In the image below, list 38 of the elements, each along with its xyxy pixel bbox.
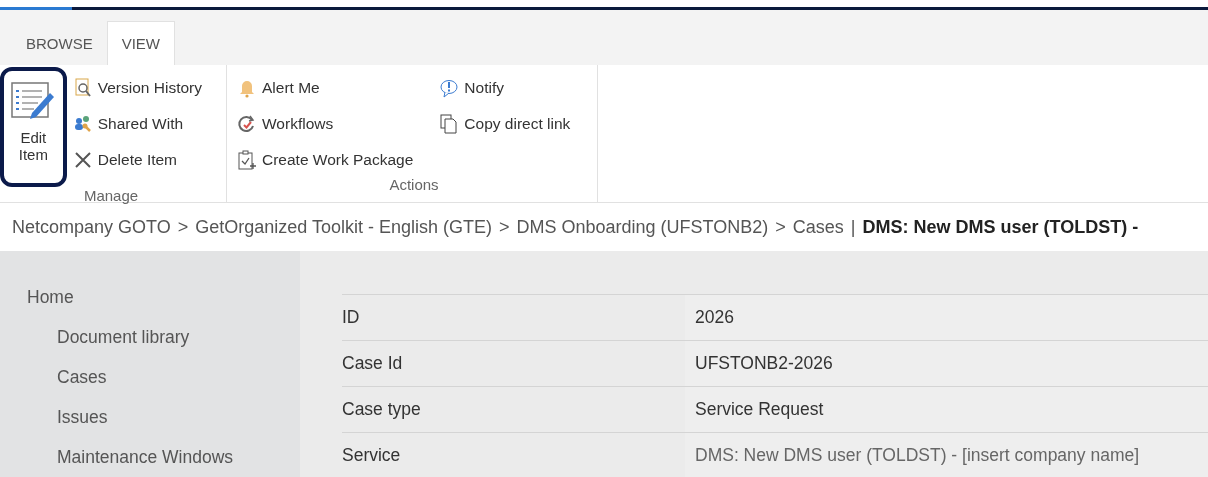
breadcrumb-link[interactable]: Netcompany GOTO: [12, 216, 171, 238]
breadcrumb-separator: |: [850, 216, 856, 238]
breadcrumb-separator: >: [775, 216, 786, 238]
speech-bubble-icon: [439, 78, 460, 98]
edit-item-button[interactable]: Edit Item: [0, 67, 67, 187]
breadcrumb-separator: >: [177, 216, 189, 238]
ribbon-button[interactable]: Shared With: [70, 109, 204, 139]
delete-icon: [72, 150, 93, 170]
ribbon-button[interactable]: Version History: [70, 73, 204, 103]
ribbon-button[interactable]: Alert Me: [235, 73, 416, 103]
ribbon-button[interactable]: Copy direct link: [437, 109, 573, 139]
breadcrumb-link[interactable]: Cases: [792, 216, 844, 238]
field-label: Case type: [342, 398, 422, 421]
page-title: DMS: New DMS user (TOLDST) -: [862, 216, 1139, 238]
magnifier-document-icon: [72, 78, 93, 98]
copy-icon: [439, 114, 460, 134]
nav-link[interactable]: Issues: [57, 405, 108, 430]
nav-link[interactable]: Cases: [57, 365, 107, 390]
ribbon-tab[interactable]: VIEW: [106, 21, 176, 65]
breadcrumb-separator: >: [499, 216, 510, 238]
ribbon-button[interactable]: Notify: [437, 73, 573, 103]
breadcrumb-link[interactable]: GetOrganized Toolkit - English (GTE): [195, 216, 493, 238]
workflow-icon: [237, 114, 257, 134]
field-label: ID: [342, 306, 361, 329]
field-label: Case Id: [342, 352, 404, 375]
ribbon-button[interactable]: Create Work Package: [235, 145, 416, 175]
ribbon-group-label: Actions: [388, 176, 440, 195]
people-icon: [72, 114, 93, 134]
nav-link[interactable]: Home: [27, 285, 74, 310]
ribbon-button[interactable]: Workflows: [235, 109, 416, 139]
nav-link[interactable]: Maintenance Windows: [57, 445, 234, 470]
ribbon-button[interactable]: Delete Item: [70, 145, 204, 175]
ribbon-group-label: Manage: [82, 187, 140, 204]
nav-link[interactable]: Document library: [57, 325, 190, 350]
clipboard-check-icon: [237, 150, 257, 170]
ribbon-tab[interactable]: BROWSE: [12, 21, 107, 65]
breadcrumb-link[interactable]: DMS Onboarding (UFSTONB2): [516, 216, 769, 238]
field-label: Service: [342, 444, 402, 467]
